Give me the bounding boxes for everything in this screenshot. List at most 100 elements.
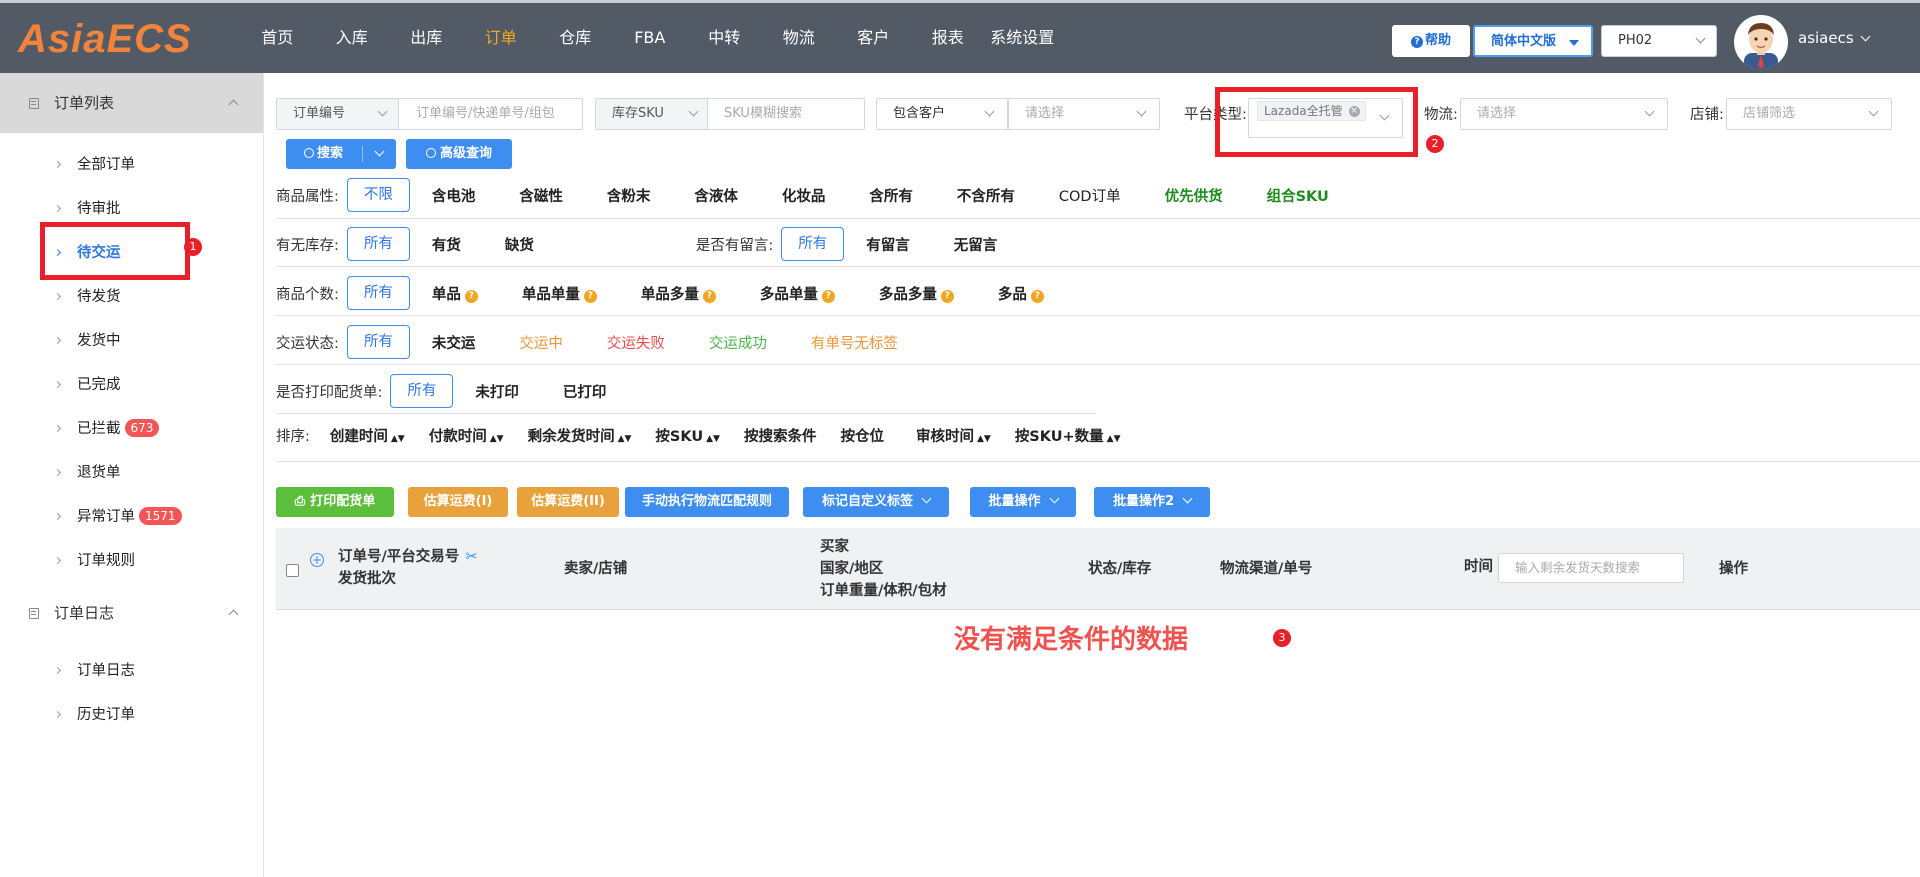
filter-option[interactable]: 含液体 (672, 185, 760, 206)
sidebar-item-order-log[interactable]: 订单日志 (0, 649, 263, 693)
filter-option[interactable]: 单品? (410, 283, 500, 304)
nav-transit[interactable]: 中转 (687, 3, 762, 73)
sort-item[interactable]: 按SKU+数量 ▲▼ (1015, 425, 1121, 446)
scissors-icon[interactable]: ✂ (465, 549, 477, 565)
chevron-down-icon[interactable] (374, 146, 385, 157)
col-weight-label: 订单重量/体积/包材 (820, 583, 947, 599)
batch-operation-2-button[interactable]: 批量操作2 (1094, 487, 1210, 517)
filter-option[interactable]: 无留言 (932, 234, 1020, 255)
estimate-freight-1-label: 估算运费(I) (423, 494, 493, 509)
filter-option[interactable]: 交运中 (497, 332, 585, 353)
remaining-days-search-input[interactable]: 输入剩余发货天数搜索 (1498, 553, 1684, 583)
filter-option[interactable]: 未交运 (410, 332, 498, 353)
sort-item[interactable]: 付款时间 ▲▼ (429, 425, 504, 446)
avatar[interactable] (1734, 15, 1788, 69)
filter-option[interactable]: 所有 (346, 227, 410, 261)
nav-outbound[interactable]: 出库 (389, 3, 464, 73)
sku-type-select[interactable]: 库存SKU (596, 99, 708, 129)
nav-reports[interactable]: 报表 (911, 3, 986, 73)
nav-inbound[interactable]: 入库 (315, 3, 390, 73)
filter-option[interactable]: 单品多量? (619, 283, 738, 304)
customer-mode-select[interactable]: 包含客户 (876, 98, 1008, 130)
filter-option[interactable]: 多品多量? (857, 283, 976, 304)
user-menu[interactable]: asiaecs (1798, 29, 1871, 47)
filter-option[interactable]: 不限 (346, 178, 410, 212)
filter-option[interactable]: 未打印 (453, 381, 541, 402)
estimate-freight-1-button[interactable]: 估算运费(I) (408, 487, 508, 517)
sort-item[interactable]: 审核时间 ▲▼ (916, 425, 991, 446)
sort-item[interactable]: 按SKU ▲▼ (655, 425, 720, 446)
filter-option[interactable]: 所有 (781, 227, 845, 261)
language-select[interactable]: 简体中文版 (1473, 25, 1593, 57)
sort-item[interactable]: 剩余发货时间 ▲▼ (528, 425, 632, 446)
estimate-freight-2-button[interactable]: 估算运费(II) (517, 487, 619, 517)
sidebar-item-pending-shipment[interactable]: 待发货 (0, 275, 263, 319)
select-all-checkbox[interactable] (286, 564, 299, 577)
filter-option[interactable]: 所有 (346, 276, 410, 310)
nav-home[interactable]: 首页 (240, 3, 315, 73)
app-logo[interactable]: AsiaECS (18, 17, 192, 62)
warehouse-select[interactable]: PH02 (1601, 25, 1717, 57)
batch-operation-button[interactable]: 批量操作 (970, 487, 1076, 517)
nav-orders[interactable]: 订单 (464, 3, 539, 73)
filter-option[interactable]: 交运失败 (585, 332, 687, 353)
sidebar-item-label: 发货中 (77, 333, 121, 349)
sidebar-item-intercepted[interactable]: 已拦截 673 (0, 407, 263, 451)
manual-logistics-rule-button[interactable]: 手动执行物流匹配规则 (625, 487, 789, 517)
sidebar-group-order-log[interactable]: 订单日志 (0, 583, 263, 643)
sidebar-item-returns[interactable]: 退货单 (0, 451, 263, 495)
help-button[interactable]: ? 帮助 (1392, 25, 1470, 57)
sort-item[interactable]: 创建时间 ▲▼ (330, 425, 405, 446)
filter-option[interactable]: 含所有 (847, 185, 935, 206)
filter-option[interactable]: 有单号无标签 (789, 332, 920, 353)
filter-option[interactable]: 不含所有 (935, 185, 1037, 206)
print-picklist-button[interactable]: ⎙ 打印配货单 (276, 487, 394, 517)
filter-option[interactable]: 化妆品 (760, 185, 848, 206)
filter-option[interactable]: 有留言 (844, 234, 932, 255)
filter-option[interactable]: 多品? (976, 283, 1066, 304)
nav-warehouse[interactable]: 仓库 (538, 3, 613, 73)
sidebar-group-order-list[interactable]: 订单列表 (0, 73, 263, 133)
logistics-select[interactable]: 请选择 (1460, 98, 1668, 130)
filter-option[interactable]: 多品单量? (738, 283, 857, 304)
filter-option[interactable]: 单品单量? (500, 283, 619, 304)
sidebar-item-history-orders[interactable]: 历史订单 (0, 693, 263, 737)
order-search-input[interactable]: 订单编号/快递单号/组包 (416, 99, 555, 129)
sidebar-item-shipping[interactable]: 发货中 (0, 319, 263, 363)
chevron-down-icon (1644, 106, 1655, 117)
chevron-right-icon (53, 160, 62, 169)
search-button[interactable]: 搜索 (286, 139, 396, 169)
store-select[interactable]: 店铺筛选 (1726, 98, 1892, 130)
sidebar-item-label: 已拦截 (77, 421, 121, 437)
expand-all-icon[interactable]: + (310, 553, 324, 567)
mark-custom-tag-button[interactable]: 标记自定义标签 (803, 487, 949, 517)
filter-option[interactable]: 交运成功 (687, 332, 789, 353)
filter-option[interactable]: 有货 (410, 234, 483, 255)
order-type-select[interactable]: 订单编号 (277, 99, 399, 129)
customer-select[interactable]: 请选择 (1008, 98, 1160, 130)
nav-customers[interactable]: 客户 (836, 3, 911, 73)
sidebar-item-completed[interactable]: 已完成 (0, 363, 263, 407)
help-icon: ? (702, 289, 716, 303)
zoom-icon (425, 148, 436, 158)
sort-item[interactable]: 按仓位 (840, 425, 884, 446)
filter-option[interactable]: 缺货 (483, 234, 556, 255)
filter-option[interactable]: 含电池 (410, 185, 498, 206)
filter-option[interactable]: 优先供货 (1143, 185, 1245, 206)
filter-option[interactable]: 所有 (390, 374, 454, 408)
nav-fba[interactable]: FBA (613, 3, 688, 73)
sidebar-item-all-orders[interactable]: 全部订单 (0, 143, 263, 187)
advanced-search-button[interactable]: 高级查询 (406, 139, 512, 169)
filter-option[interactable]: COD订单 (1037, 185, 1143, 206)
sku-search-input[interactable]: SKU模糊搜索 (724, 99, 802, 129)
filter-option[interactable]: 已打印 (541, 381, 629, 402)
nav-settings[interactable]: 系统设置 (985, 3, 1060, 73)
sort-item[interactable]: 按搜索条件 (744, 425, 817, 446)
filter-option[interactable]: 含粉末 (585, 185, 673, 206)
filter-option[interactable]: 所有 (346, 325, 410, 359)
filter-option[interactable]: 含磁性 (497, 185, 585, 206)
nav-logistics[interactable]: 物流 (762, 3, 837, 73)
sidebar-item-order-rules[interactable]: 订单规则 (0, 539, 263, 583)
sidebar-item-exception-orders[interactable]: 异常订单 1571 (0, 495, 263, 539)
filter-option[interactable]: 组合SKU (1245, 185, 1351, 206)
